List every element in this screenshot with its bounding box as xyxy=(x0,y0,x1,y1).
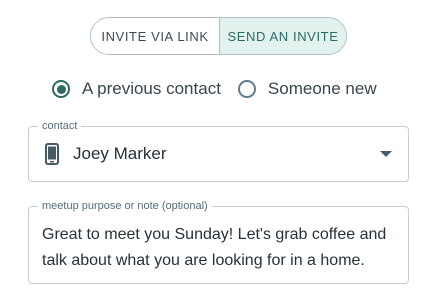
radio-unchecked-icon xyxy=(237,80,256,98)
contact-selected-value: Joey Marker xyxy=(73,144,167,163)
radio-label-previous-contact: A previous contact xyxy=(82,79,221,98)
invite-via-link-button[interactable]: INVITE VIA LINK xyxy=(91,18,219,54)
send-an-invite-button[interactable]: SEND AN INVITE xyxy=(219,18,346,54)
note-textarea[interactable]: meetup purpose or note (optional) Great … xyxy=(28,199,409,284)
contact-select-content: Joey Marker xyxy=(45,127,392,181)
radio-previous-contact[interactable]: A previous contact xyxy=(52,79,221,99)
radio-checked-icon xyxy=(52,80,70,98)
phone-icon xyxy=(45,143,59,165)
send-invite-form: INVITE VIA LINK SEND AN INVITE A previou… xyxy=(0,0,438,300)
contact-select[interactable]: contact Joey Marker xyxy=(28,119,409,182)
radio-dot-icon xyxy=(56,84,66,94)
note-field-label: meetup purpose or note (optional) xyxy=(38,199,212,213)
note-text-value: Great to meet you Sunday! Let's grab cof… xyxy=(42,226,387,269)
recipient-type-radio-group: A previous contact Someone new xyxy=(52,77,377,101)
dropdown-caret-icon[interactable] xyxy=(380,151,392,157)
radio-label-someone-new: Someone new xyxy=(267,79,377,98)
radio-someone-new[interactable]: Someone new xyxy=(237,79,377,99)
invite-method-toggle: INVITE VIA LINK SEND AN INVITE xyxy=(90,17,347,55)
